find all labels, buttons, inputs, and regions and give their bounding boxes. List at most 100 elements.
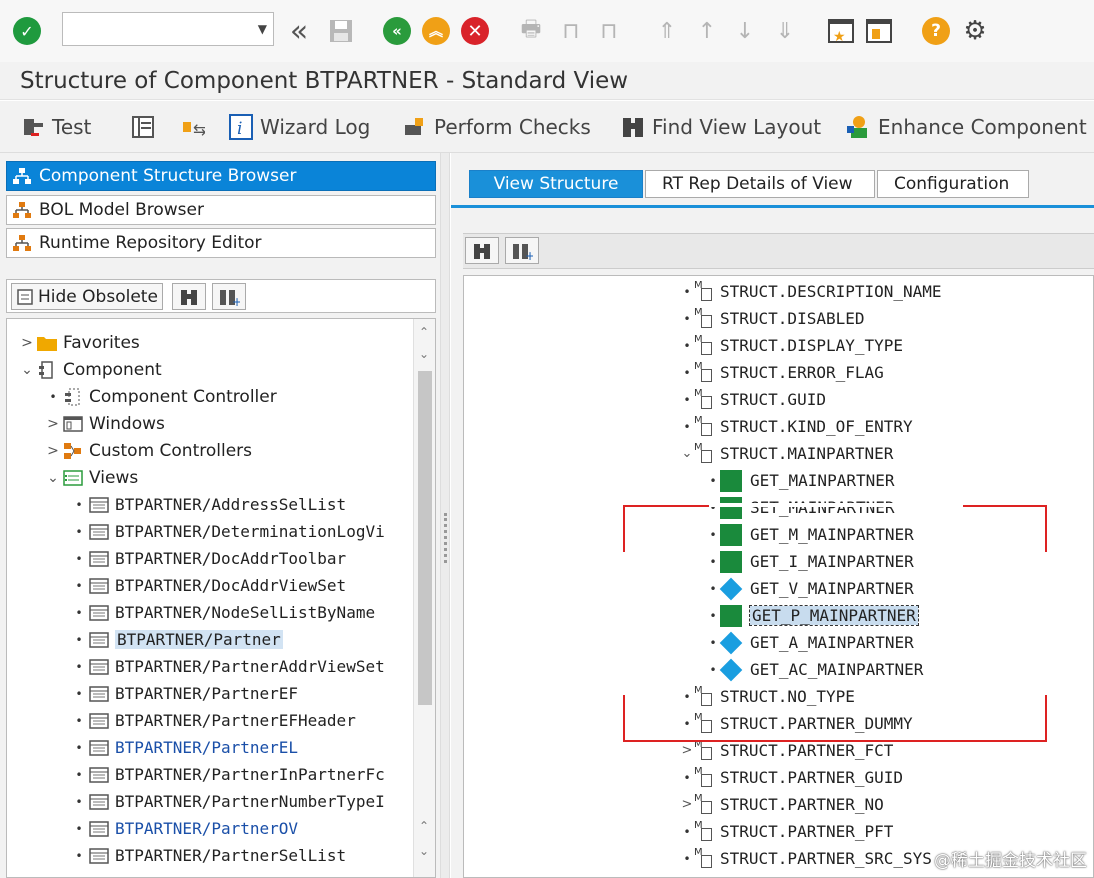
structure-find-button[interactable] <box>465 237 499 264</box>
tree-view-item[interactable]: • BTPARTNER/PartnerSelList <box>71 842 346 869</box>
tree-view-item[interactable]: • BTPARTNER/PartnerEF <box>71 680 298 707</box>
method-label: GET_A_MAINPARTNER <box>750 633 914 652</box>
command-field[interactable]: ▼ <box>62 12 274 46</box>
tree-label: BTPARTNER/DocAddrViewSet <box>115 576 347 595</box>
back-button[interactable]: « <box>382 15 412 47</box>
scroll-down-icon[interactable]: ⌄ <box>419 347 429 361</box>
next-page-button[interactable]: ↓ <box>730 15 760 47</box>
hide-obsolete-button[interactable]: Hide Obsolete <box>11 283 163 310</box>
tree-view-item[interactable]: • BTPARTNER/DocAddrViewSet <box>71 572 346 599</box>
tree-view-item[interactable]: • BTPARTNER/PartnerInPartnerFc <box>71 761 384 788</box>
help-button[interactable]: ? <box>921 15 951 47</box>
tree-view-item[interactable]: • BTPARTNER/PartnerNumberTypeI <box>71 788 384 815</box>
method-node[interactable]: • GET_I_MAINPARTNER <box>706 548 914 575</box>
tree-find-next-button[interactable]: + <box>212 283 246 310</box>
scroll-up-icon[interactable]: ⌃ <box>419 819 429 833</box>
save-button[interactable] <box>326 15 356 47</box>
last-page-button[interactable]: ⇓ <box>770 15 800 47</box>
tree-view-item[interactable]: • BTPARTNER/PartnerEFHeader <box>71 707 355 734</box>
tree-view-item[interactable]: • BTPARTNER/NodeSelListByName <box>71 599 375 626</box>
attribute-node[interactable]: • M STRUCT.ERROR_FLAG <box>680 359 883 386</box>
test-button[interactable]: Test <box>20 111 91 143</box>
chevron-right-icon[interactable]: > <box>680 797 694 812</box>
chevron-right-icon[interactable]: > <box>45 443 61 459</box>
tree-label: BTPARTNER/PartnerEF <box>115 684 299 703</box>
method-node[interactable]: • GET_V_MAINPARTNER <box>706 575 914 602</box>
attribute-node[interactable]: • M STRUCT.DESCRIPTION_NAME <box>680 278 941 305</box>
tab-rt-rep-details[interactable]: RT Rep Details of View <box>645 170 875 198</box>
tree-node-component[interactable]: ⌄ Component <box>19 356 162 383</box>
print-button[interactable]: 🖶 <box>516 15 546 47</box>
tree-view-item[interactable]: • BTPARTNER/PartnerAddrViewSet <box>71 653 384 680</box>
component-structure-browser-button[interactable]: Component Structure Browser <box>6 161 436 191</box>
runtime-repository-editor-button[interactable]: Runtime Repository Editor <box>6 228 436 258</box>
attribute-node[interactable]: • M STRUCT.PARTNER_PFT <box>680 818 893 845</box>
perform-checks-button[interactable]: Perform Checks <box>402 111 591 143</box>
new-session-button[interactable]: ★ <box>826 15 856 47</box>
tree-node-custom-controllers[interactable]: > Custom Controllers <box>45 437 252 464</box>
tree-vertical-scrollbar[interactable]: ⌃ ⌄ ⌃ ⌄ <box>413 319 435 877</box>
bullet-icon: • <box>709 581 717 596</box>
scrollbar-thumb[interactable] <box>418 371 432 705</box>
structure-find-next-button[interactable]: + <box>505 237 539 264</box>
back-history-button[interactable]: « <box>284 14 314 49</box>
find-view-layout-button[interactable]: Find View Layout <box>620 111 821 143</box>
tree-view-item[interactable]: • BTPARTNER/DeterminationLogVi <box>71 518 384 545</box>
tree-node-favorites[interactable]: > Favorites <box>19 329 140 356</box>
scroll-up-icon[interactable]: ⌃ <box>419 325 429 339</box>
tree-node-views[interactable]: ⌄ Views <box>45 464 138 491</box>
chevron-down-icon[interactable]: ⌄ <box>680 446 694 461</box>
navigation-button[interactable]: ⇆ <box>180 111 212 143</box>
attribute-node[interactable]: • M STRUCT.KIND_OF_ENTRY <box>680 413 912 440</box>
bol-model-browser-button[interactable]: BOL Model Browser <box>6 195 436 225</box>
splitter-grip[interactable] <box>444 513 447 563</box>
tab-view-structure[interactable]: View Structure <box>469 170 643 198</box>
scroll-down-icon[interactable]: ⌄ <box>419 844 429 858</box>
first-page-button[interactable]: ⇑ <box>652 15 682 47</box>
view-icon <box>87 657 111 677</box>
custom-controllers-icon <box>61 441 85 461</box>
model-attribute-icon: M <box>694 442 716 465</box>
wizard-log-button[interactable]: i Wizard Log <box>228 111 370 143</box>
attribute-node[interactable]: • M STRUCT.DISABLED <box>680 305 864 332</box>
method-node[interactable]: • GET_A_MAINPARTNER <box>706 629 914 656</box>
method-node[interactable]: • GET_MAINPARTNER <box>706 467 895 494</box>
find-next-button[interactable]: ⊓ <box>594 15 624 47</box>
bullet-icon: • <box>683 770 691 785</box>
shortcut-button[interactable] <box>864 15 894 47</box>
chevron-down-icon[interactable]: ⌄ <box>45 470 61 486</box>
chevron-right-icon[interactable]: > <box>19 335 35 351</box>
attribute-node[interactable]: • M STRUCT.GUID <box>680 386 826 413</box>
left-navigation-panel: Component Structure Browser BOL Model Br… <box>0 153 440 878</box>
tree-node-windows[interactable]: > Windows <box>45 410 165 437</box>
attribute-node[interactable]: • M STRUCT.PARTNER_SRC_SYS <box>680 845 931 872</box>
exit-button[interactable]: ︽ <box>421 15 451 47</box>
panel-splitter[interactable] <box>440 153 450 878</box>
tree-find-button[interactable] <box>172 283 206 310</box>
find-button[interactable]: ⊓ <box>556 15 586 47</box>
settings-button[interactable]: ⚙ <box>960 15 990 47</box>
application-toolbar: Test ⇆ i Wizard Log Perform Checks Find … <box>0 101 1094 153</box>
method-node[interactable]: • GET_AC_MAINPARTNER <box>706 656 923 683</box>
tree-view-item[interactable]: • BTPARTNER/Partner <box>71 626 283 653</box>
display-object-list-button[interactable] <box>130 111 162 143</box>
tree-view-item[interactable]: • BTPARTNER/DocAddrToolbar <box>71 545 346 572</box>
chevron-right-icon[interactable]: > <box>45 416 61 432</box>
attribute-node[interactable]: > M STRUCT.PARTNER_NO <box>680 791 884 818</box>
method-node[interactable]: • GET_P_MAINPARTNER <box>706 602 919 629</box>
tree-view-item[interactable]: • BTPARTNER/AddressSelList <box>71 491 346 518</box>
tab-configuration[interactable]: Configuration <box>877 170 1029 198</box>
chevron-down-icon[interactable]: ⌄ <box>19 362 35 378</box>
hide-obsolete-icon <box>16 288 34 306</box>
attribute-node[interactable]: • M STRUCT.PARTNER_GUID <box>680 764 903 791</box>
tree-view-item[interactable]: • BTPARTNER/PartnerOV <box>71 815 298 842</box>
enhance-component-button[interactable]: Enhance Component <box>846 111 1087 143</box>
chevron-right-icon[interactable]: > <box>680 743 694 758</box>
previous-page-button[interactable]: ↑ <box>692 15 722 47</box>
attribute-node[interactable]: ⌄ M STRUCT.MAINPARTNER <box>680 440 894 467</box>
attribute-node[interactable]: • M STRUCT.DISPLAY_TYPE <box>680 332 903 359</box>
tree-view-item[interactable]: • BTPARTNER/PartnerEL <box>71 734 298 761</box>
enter-button[interactable]: ✓ <box>12 15 42 47</box>
tree-node-component-controller[interactable]: • Component Controller <box>45 383 276 410</box>
cancel-button[interactable]: ✕ <box>460 15 490 47</box>
